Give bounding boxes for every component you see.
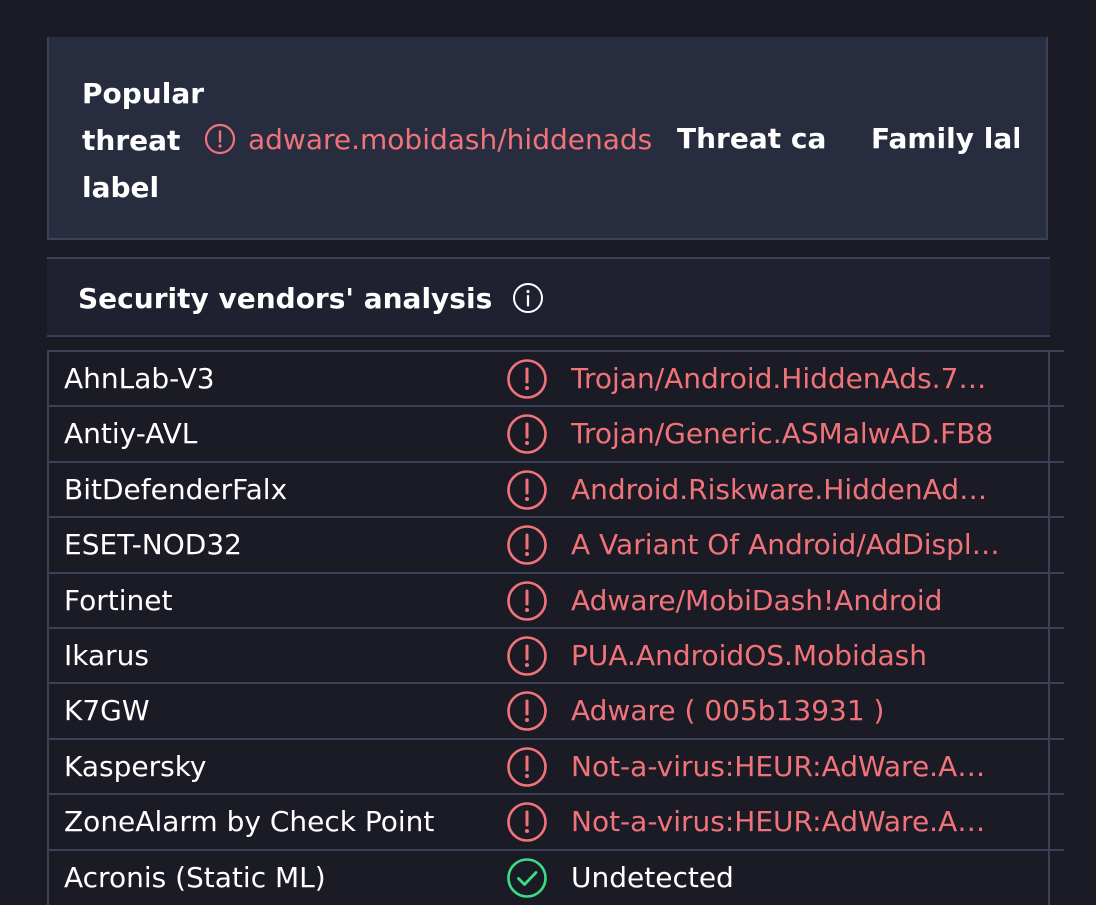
alert-circle-icon [507,746,547,787]
vendors-section-header: Security vendors' analysis [47,259,1050,337]
vendor-result: Undetected [571,860,734,894]
vendor-result: A Variant Of Android/AdDisplay… [571,528,1001,562]
vendor-row: Fortinet Adware/MobiDash!Android [47,571,1064,627]
vendor-row: ESET-NOD32 A Variant Of Android/AdDisplay… [47,516,1064,571]
vendor-name: Fortinet [64,583,173,617]
popular-threat-label-value[interactable]: adware.mobidash/hiddenads [204,117,652,161]
vendor-name: AhnLab-V3 [64,362,215,395]
alert-circle-icon [507,414,547,455]
alert-circle-icon [507,636,547,676]
alert-circle-icon [204,123,236,155]
vendor-result: Adware ( 005b13931 ) [571,694,885,728]
alert-circle-icon [507,802,547,842]
vendor-result: Not-a-virus:HEUR:AdWare.And… [571,805,1001,839]
section-title: Security vendors' analysis [78,277,544,319]
vendor-name: Ikarus [64,638,149,672]
alert-circle-icon [507,469,547,510]
vendor-name: Antiy-AVL [64,417,198,451]
vendor-name: ESET-NOD32 [64,528,242,562]
vendor-result: Adware/MobiDash!Android [571,583,943,617]
vendor-name: Acronis (Static ML) [64,860,326,894]
page: Popular threat label adware.mobidash/hid… [0,0,1096,905]
vendor-row: Ikarus PUA.AndroidOS.Mobidash [47,626,1064,682]
threat-label-panel: Popular threat label adware.mobidash/hid… [47,37,1048,240]
vendor-result: Not-a-virus:HEUR:AdWare.And… [571,749,1001,783]
popular-threat-label-heading: Popular threat label [82,77,205,204]
vendor-row: ZoneAlarm by Check Point Not-a-virus:HEUR… [47,793,1064,848]
alert-circle-icon [507,359,547,399]
alert-circle-icon [507,691,547,732]
vendor-result: Android.Riskware.HiddenAds.LV [571,472,1001,506]
info-icon[interactable] [512,282,544,314]
check-circle-icon [507,857,547,898]
vendor-result: Trojan/Android.HiddenAds.743… [571,362,1001,395]
alert-circle-icon [507,525,547,565]
vendor-row: Kaspersky Not-a-virus:HEUR:AdWare.And… [47,737,1064,793]
vendors-analysis-title: Security vendors' analysis [78,281,493,315]
vendor-name: BitDefenderFalx [64,472,288,506]
threat-categories-header: Threat categories [677,122,825,155]
vendor-row: K7GW Adware ( 005b13931 ) [47,682,1064,737]
vendor-row: AhnLab-V3 Trojan/Android.HiddenAds.743… [47,350,1064,405]
vendor-result: Trojan/Generic.ASMalwAD.FB8 [571,417,994,451]
vendor-row: BitDefenderFalx Android.Riskware.HiddenAd… [47,460,1064,516]
vendor-name: ZoneAlarm by Check Point [64,805,435,839]
vendor-row: Antiy-AVL Trojan/Generic.ASMalwAD.FB8 [47,405,1064,460]
threat-label-text: adware.mobidash/hiddenads [248,122,653,156]
vendor-name: K7GW [64,694,150,728]
vendor-result: PUA.AndroidOS.Mobidash [571,638,928,672]
family-labels-header: Family labels [871,122,1019,155]
vendor-row: Acronis (Static ML) Undetected [47,848,1064,904]
alert-circle-icon [507,580,547,621]
vendor-name: Kaspersky [64,749,207,783]
vendor-table: AhnLab-V3 Trojan/Android.HiddenAds.743… An… [47,350,1096,904]
